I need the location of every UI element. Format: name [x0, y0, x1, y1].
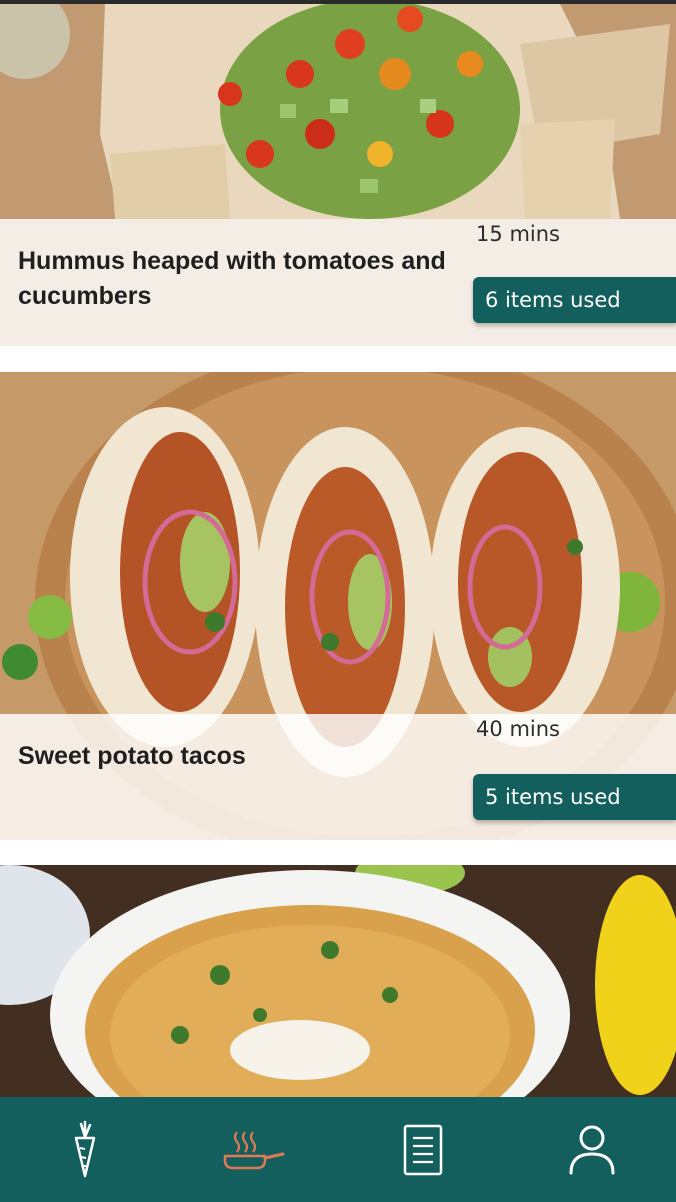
recipe-info-panel: Hummus heaped with tomatoes and cucumber… [0, 219, 676, 346]
nav-tab-cook[interactable] [169, 1097, 338, 1202]
frying-pan-icon [223, 1130, 284, 1169]
nav-tab-profile[interactable] [507, 1097, 676, 1202]
recipe-card[interactable]: Sweet potato tacos 40 mins 5 items used [0, 372, 676, 840]
nav-tab-ingredients[interactable] [0, 1097, 169, 1202]
bottom-navigation [0, 1097, 676, 1202]
recipe-card[interactable]: Hummus heaped with tomatoes and cucumber… [0, 4, 676, 346]
user-icon [569, 1125, 614, 1174]
recipe-time: 15 mins [476, 222, 560, 246]
recipe-title: Sweet potato tacos [18, 742, 246, 770]
carrot-icon [74, 1120, 95, 1177]
nav-tab-list[interactable] [338, 1097, 507, 1202]
recipe-time: 40 mins [476, 717, 560, 741]
recipe-card[interactable] [0, 865, 676, 1097]
items-used-badge[interactable]: 6 items used [473, 277, 676, 323]
document-icon [403, 1124, 442, 1175]
items-used-badge[interactable]: 5 items used [473, 774, 676, 820]
recipe-title: Hummus heaped with tomatoes and cucumber… [18, 247, 446, 310]
recipe-photo [0, 865, 676, 1097]
recipe-info-panel: Sweet potato tacos 40 mins 5 items used [0, 714, 676, 840]
